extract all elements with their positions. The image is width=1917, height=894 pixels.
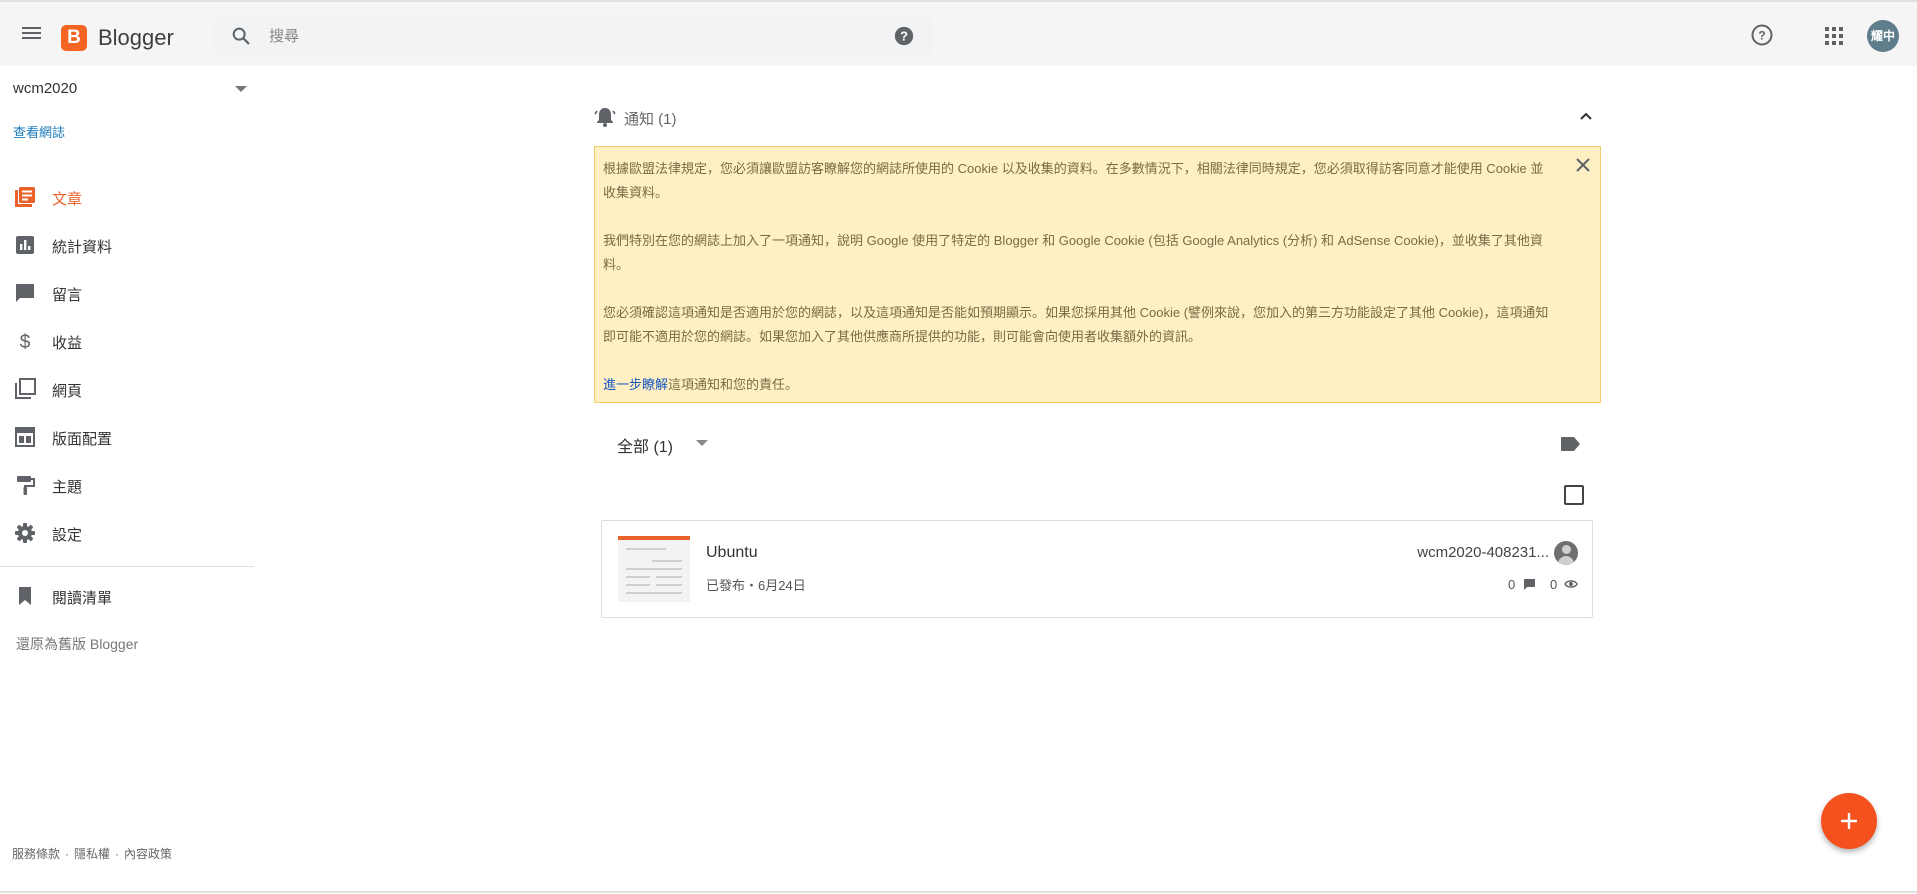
bookmark-icon xyxy=(19,587,31,605)
post-blog-name: wcm2020-408231... xyxy=(1417,544,1549,561)
sidebar-item-stats[interactable]: 統計資料 xyxy=(0,225,250,265)
apps-grid-icon[interactable] xyxy=(1824,26,1844,46)
notice-learn-more: 進一步瞭解這項通知和您的責任。 xyxy=(603,373,1554,397)
notifications-header: 通知 (1) xyxy=(594,104,1599,130)
post-filter-dropdown[interactable]: 全部 (1) xyxy=(617,433,673,457)
chevron-down-icon[interactable] xyxy=(696,440,708,446)
separator-dot: · xyxy=(115,847,120,861)
svg-text:$: $ xyxy=(20,332,31,352)
pages-icon xyxy=(15,378,36,399)
post-status: 已發布・6月24日 xyxy=(706,578,806,593)
comment-icon xyxy=(1524,579,1535,590)
svg-text:?: ? xyxy=(900,29,908,44)
sidebar-item-label: 收益 xyxy=(52,335,83,352)
learn-more-text: 這項通知和您的責任。 xyxy=(668,377,799,392)
view-count: 0 xyxy=(1550,577,1558,592)
sidebar-divider xyxy=(0,566,254,567)
search-icon[interactable] xyxy=(230,25,252,47)
sidebar-item-label: 版面配置 xyxy=(52,431,113,448)
cookie-notice: 根據歐盟法律規定，您必須讓歐盟訪客瞭解您的網誌所使用的 Cookie 以及收集的… xyxy=(594,146,1601,403)
sidebar-item-comments[interactable]: 留言 xyxy=(0,273,250,313)
terms-link[interactable]: 服務條款 xyxy=(12,847,60,861)
post-title[interactable]: Ubuntu xyxy=(706,544,758,562)
comment-count: 0 xyxy=(1508,577,1516,592)
layout-icon xyxy=(15,427,35,447)
sidebar-item-label: 設定 xyxy=(52,527,83,544)
stats-icon xyxy=(16,236,34,254)
separator-dot: · xyxy=(65,847,70,861)
bottom-border xyxy=(0,891,1917,893)
close-icon[interactable] xyxy=(1573,155,1593,175)
sidebar-item-theme[interactable]: 主題 xyxy=(0,465,250,505)
new-post-button[interactable] xyxy=(1821,793,1877,849)
view-blog-link[interactable]: 查看網誌 xyxy=(13,122,65,141)
gear-icon xyxy=(15,523,35,543)
plus-icon xyxy=(1841,813,1857,829)
sidebar-item-label: 網頁 xyxy=(52,383,83,400)
hamburger-menu-icon[interactable] xyxy=(20,24,44,48)
label-tag-icon[interactable] xyxy=(1559,434,1581,454)
chevron-up-icon[interactable] xyxy=(1578,108,1594,124)
sidebar-item-label: 留言 xyxy=(52,287,83,304)
revert-legacy-link[interactable]: 還原為舊版 Blogger xyxy=(16,634,138,654)
sidebar-item-posts[interactable]: 文章 xyxy=(0,177,250,217)
footer-links: 服務條款 · 隱私權 · 內容政策 xyxy=(12,845,172,862)
search-help-icon[interactable]: ? xyxy=(893,25,915,47)
post-thumbnail xyxy=(618,536,690,602)
chevron-down-icon[interactable] xyxy=(235,86,247,92)
theme-icon xyxy=(17,476,35,495)
blog-selector[interactable]: wcm2020 xyxy=(13,80,77,97)
post-list-item[interactable]: Ubuntu 已發布・6月24日 wcm2020-408231... 0 0 xyxy=(601,520,1593,618)
svg-text:?: ? xyxy=(1758,29,1765,43)
sidebar-item-earnings[interactable]: $ 收益 xyxy=(0,321,250,361)
sidebar-item-pages[interactable]: 網頁 xyxy=(0,369,250,409)
posts-icon xyxy=(15,187,35,207)
blogger-logo-icon[interactable]: B xyxy=(61,25,87,51)
sidebar-item-settings[interactable]: 設定 xyxy=(0,513,250,553)
privacy-link[interactable]: 隱私權 xyxy=(74,847,110,861)
notification-bell-icon xyxy=(594,108,616,127)
select-all-checkbox[interactable] xyxy=(1564,485,1584,505)
search-input[interactable] xyxy=(269,26,829,46)
notifications-title: 通知 (1) xyxy=(624,111,677,128)
dollar-icon: $ xyxy=(20,332,31,352)
notice-paragraph: 我們特別在您的網誌上加入了一項通知，說明 Google 使用了特定的 Blogg… xyxy=(603,233,1543,272)
content-policy-link[interactable]: 內容政策 xyxy=(124,847,172,861)
account-avatar[interactable]: 耀中 xyxy=(1867,20,1899,52)
eye-icon xyxy=(1564,580,1578,588)
sidebar-item-label: 文章 xyxy=(52,191,83,208)
app-title[interactable]: Blogger xyxy=(98,25,174,51)
sidebar-item-label: 統計資料 xyxy=(52,239,113,256)
sidebar-item-layout[interactable]: 版面配置 xyxy=(0,417,250,457)
sidebar-item-label: 主題 xyxy=(52,479,83,496)
learn-more-link[interactable]: 進一步瞭解 xyxy=(603,377,668,392)
sidebar-item-reading-list[interactable]: 閱讀清單 xyxy=(0,576,250,616)
author-avatar xyxy=(1554,541,1578,565)
comment-icon xyxy=(16,284,34,302)
notice-paragraph: 根據歐盟法律規定，您必須讓歐盟訪客瞭解您的網誌所使用的 Cookie 以及收集的… xyxy=(603,161,1544,200)
search-box: ? xyxy=(213,17,933,55)
help-icon[interactable]: ? xyxy=(1750,23,1774,47)
notice-paragraph: 您必須確認這項通知是否適用於您的網誌，以及這項通知是否能如預期顯示。如果您採用其… xyxy=(603,305,1549,344)
sidebar-item-label: 閱讀清單 xyxy=(52,590,113,607)
top-bar: B Blogger ? ? 耀中 xyxy=(0,0,1917,66)
